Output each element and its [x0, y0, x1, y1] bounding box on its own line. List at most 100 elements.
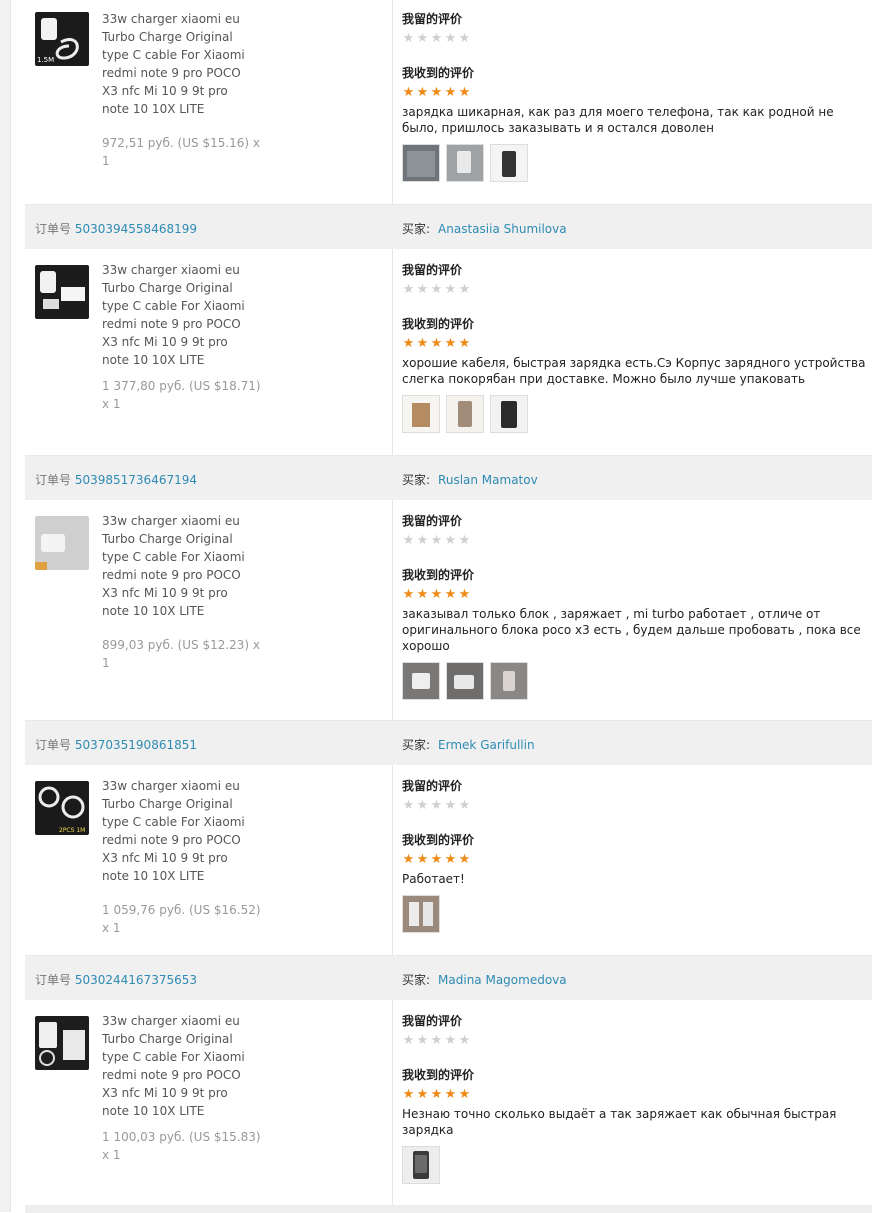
- product-thumbnail[interactable]: 1.5M: [35, 12, 89, 66]
- star-icon: ★: [458, 335, 471, 351]
- my-review-label: 我留的评价: [402, 263, 463, 277]
- buyer-label: 买家:: [402, 738, 431, 752]
- column-divider: [392, 765, 393, 955]
- product-price: 972,51 руб. (US $15.16) x 1: [102, 136, 261, 168]
- review-photo[interactable]: [446, 144, 484, 182]
- left-gutter: [0, 0, 11, 1212]
- star-icon: ★: [402, 84, 415, 100]
- order-number-link[interactable]: 5039851736467194: [75, 473, 197, 487]
- review-photo[interactable]: [490, 395, 528, 433]
- thumb-badge: 1.5M: [37, 56, 54, 64]
- star-icon: ★: [458, 84, 471, 100]
- order-number-label: 订单号: [35, 222, 72, 236]
- review-photos: [402, 144, 872, 182]
- star-icon: ★: [402, 335, 415, 351]
- order-header: 订单号 5037035190861851 买家: Ermek Garifullin: [25, 721, 872, 765]
- star-icon: ★: [444, 586, 457, 602]
- star-icon: ★: [416, 586, 429, 602]
- product-price: 899,03 руб. (US $12.23) x 1: [102, 638, 261, 670]
- star-icon: ★: [416, 797, 429, 813]
- order-body: 2PCS 1M 33w charger xiaomi eu Turbo Char…: [25, 765, 872, 956]
- star-icon: ★: [458, 851, 471, 867]
- order-body: 33w charger xiaomi eu Turbo Charge Origi…: [25, 249, 872, 456]
- my-rating-stars: ★ ★ ★ ★ ★: [402, 797, 872, 813]
- buyer-label: 买家:: [402, 973, 431, 987]
- review-photo[interactable]: [490, 144, 528, 182]
- received-review-label: 我收到的评价: [402, 66, 475, 80]
- received-rating-stars: ★ ★ ★ ★ ★: [402, 335, 872, 351]
- star-icon: ★: [416, 1032, 429, 1048]
- received-review-label: 我收到的评价: [402, 833, 475, 847]
- order-number-link[interactable]: 5030244167375653: [75, 973, 197, 987]
- buyer-name-link[interactable]: Ruslan Mamatov: [438, 473, 538, 487]
- review-photo[interactable]: [402, 144, 440, 182]
- received-review-label: 我收到的评价: [402, 317, 475, 331]
- star-icon: ★: [430, 851, 443, 867]
- review-photo[interactable]: [402, 1146, 440, 1184]
- star-icon: ★: [430, 1086, 443, 1102]
- star-icon: ★: [444, 797, 457, 813]
- star-icon: ★: [458, 1086, 471, 1102]
- review-photo[interactable]: [446, 395, 484, 433]
- order-header: 订单号 5030394558468199 买家: Anastasiia Shumi…: [25, 205, 872, 249]
- star-icon: ★: [402, 586, 415, 602]
- product-title[interactable]: 33w charger xiaomi eu Turbo Charge Origi…: [102, 261, 252, 369]
- review-section: 我留的评价 ★ ★ ★ ★ ★ 我收到的评价 ★ ★ ★ ★ ★ Работает!: [402, 777, 872, 933]
- review-photo[interactable]: [402, 395, 440, 433]
- star-icon: ★: [458, 532, 471, 548]
- column-divider: [392, 0, 393, 204]
- review-photo[interactable]: [402, 895, 440, 933]
- product-title[interactable]: 33w charger xiaomi eu Turbo Charge Origi…: [102, 1012, 252, 1120]
- product-thumbnail[interactable]: [35, 516, 89, 570]
- buyer-name-link[interactable]: Madina Magomedova: [438, 973, 567, 987]
- buyer-label: 买家:: [402, 473, 431, 487]
- star-icon: ★: [416, 1086, 429, 1102]
- star-icon: ★: [402, 1032, 415, 1048]
- star-icon: ★: [430, 30, 443, 46]
- my-review-label: 我留的评价: [402, 12, 463, 26]
- order-body: 33w charger xiaomi eu Turbo Charge Origi…: [25, 1000, 872, 1207]
- review-photo[interactable]: [446, 662, 484, 700]
- product-thumbnail[interactable]: [35, 1016, 89, 1070]
- review-section: 我留的评价 ★ ★ ★ ★ ★ 我收到的评价 ★ ★ ★ ★ ★ заказывал тольк…: [402, 512, 872, 700]
- product-price: 1 059,76 руб. (US $16.52) x 1: [102, 903, 261, 935]
- star-icon: ★: [458, 30, 471, 46]
- my-rating-stars: ★ ★ ★ ★ ★: [402, 532, 872, 548]
- review-photos: [402, 1146, 872, 1184]
- order-number-label: 订单号: [35, 973, 72, 987]
- review-section: 我留的评价 ★ ★ ★ ★ ★ 我收到的评价 ★ ★ ★ ★ ★ хорошие кабеля,…: [402, 261, 872, 433]
- star-icon: ★: [430, 84, 443, 100]
- order-number-link[interactable]: 5037035190861851: [75, 738, 197, 752]
- review-photo[interactable]: [490, 662, 528, 700]
- star-icon: ★: [430, 1032, 443, 1048]
- buyer-name-link[interactable]: Anastasiia Shumilova: [438, 222, 567, 236]
- star-icon: ★: [430, 586, 443, 602]
- star-icon: ★: [430, 281, 443, 297]
- product-title[interactable]: 33w charger xiaomi eu Turbo Charge Origi…: [102, 10, 252, 118]
- review-text: Работает!: [402, 872, 465, 886]
- product-title[interactable]: 33w charger xiaomi eu Turbo Charge Origi…: [102, 512, 252, 620]
- my-review-label: 我留的评价: [402, 514, 463, 528]
- review-photo[interactable]: [402, 662, 440, 700]
- review-photos: [402, 895, 872, 933]
- review-text: заказывал только блок , заряжает , mi tu…: [402, 607, 861, 653]
- order-number-label: 订单号: [35, 738, 72, 752]
- buyer-name-link[interactable]: Ermek Garifullin: [438, 738, 535, 752]
- product-title[interactable]: 33w charger xiaomi eu Turbo Charge Origi…: [102, 777, 252, 885]
- my-rating-stars: ★ ★ ★ ★ ★: [402, 30, 872, 46]
- thumb-badge: 2PCS 1M: [59, 827, 85, 834]
- star-icon: ★: [402, 1086, 415, 1102]
- product-thumbnail[interactable]: [35, 265, 89, 319]
- product-thumbnail[interactable]: 2PCS 1M: [35, 781, 89, 835]
- star-icon: ★: [402, 30, 415, 46]
- review-photos: [402, 662, 872, 700]
- review-text: хорошие кабеля, быстрая зарядка есть.Сэ …: [402, 356, 866, 386]
- orders-list: 1.5M 33w charger xiaomi eu Turbo Charge …: [25, 0, 872, 1207]
- star-icon: ★: [444, 30, 457, 46]
- order-number-link[interactable]: 5030394558468199: [75, 222, 197, 236]
- star-icon: ★: [444, 532, 457, 548]
- star-icon: ★: [430, 532, 443, 548]
- star-icon: ★: [402, 851, 415, 867]
- star-icon: ★: [444, 84, 457, 100]
- review-section: 我留的评价 ★ ★ ★ ★ ★ 我收到的评价 ★ ★ ★ ★ ★ зарядка шикарна…: [402, 10, 872, 182]
